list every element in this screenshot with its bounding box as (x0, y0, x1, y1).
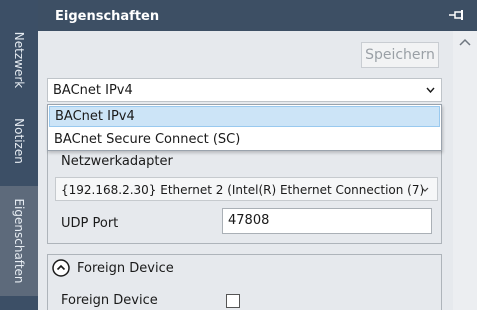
pin-icon[interactable] (449, 9, 465, 21)
side-tab-eigenschaften-label: Eigenschaften (12, 198, 26, 284)
side-tab-notizen-label: Notizen (12, 118, 26, 164)
scroll-up-arrow-icon[interactable] (458, 37, 472, 47)
side-tab-eigenschaften[interactable]: Eigenschaften (0, 186, 38, 296)
side-tab-netzwerk[interactable]: Netzwerk (0, 26, 38, 94)
protocol-option-sc[interactable]: BACnet Secure Connect (SC) (49, 129, 440, 150)
udp-port-label: UDP Port (61, 216, 119, 231)
network-adapter-value: {192.168.2.30} Ethernet 2 (Intel(R) Ethe… (61, 183, 425, 197)
foreign-device-header: Foreign Device (77, 261, 174, 276)
panel-title: Eigenschaften (55, 9, 160, 24)
foreign-device-label: Foreign Device (61, 293, 158, 308)
protocol-dropdown-list: BACnet IPv4 BACnet Secure Connect (SC) (47, 104, 442, 151)
chevron-down-icon (426, 87, 435, 93)
panel-header: Eigenschaften (38, 0, 477, 31)
collapse-chevron-icon[interactable] (52, 259, 70, 277)
udp-port-input[interactable]: 47808 (222, 208, 432, 234)
protocol-select[interactable]: BACnet IPv4 (47, 78, 442, 102)
protocol-select-value: BACnet IPv4 (53, 83, 133, 98)
network-adapter-select[interactable]: {192.168.2.30} Ethernet 2 (Intel(R) Ethe… (55, 177, 438, 201)
chevron-down-icon (421, 187, 429, 192)
protocol-option-ipv4[interactable]: BACnet IPv4 (49, 106, 440, 127)
side-tab-notizen[interactable]: Notizen (0, 110, 38, 172)
side-tab-netzwerk-label: Netzwerk (12, 31, 26, 89)
foreign-device-checkbox[interactable] (226, 294, 240, 308)
side-tab-strip: Netzwerk Notizen Eigenschaften (0, 0, 38, 310)
vertical-scrollbar[interactable] (453, 31, 477, 310)
network-adapter-label: Netzwerkadapter (61, 154, 173, 169)
save-button[interactable]: Speichern (361, 42, 439, 68)
